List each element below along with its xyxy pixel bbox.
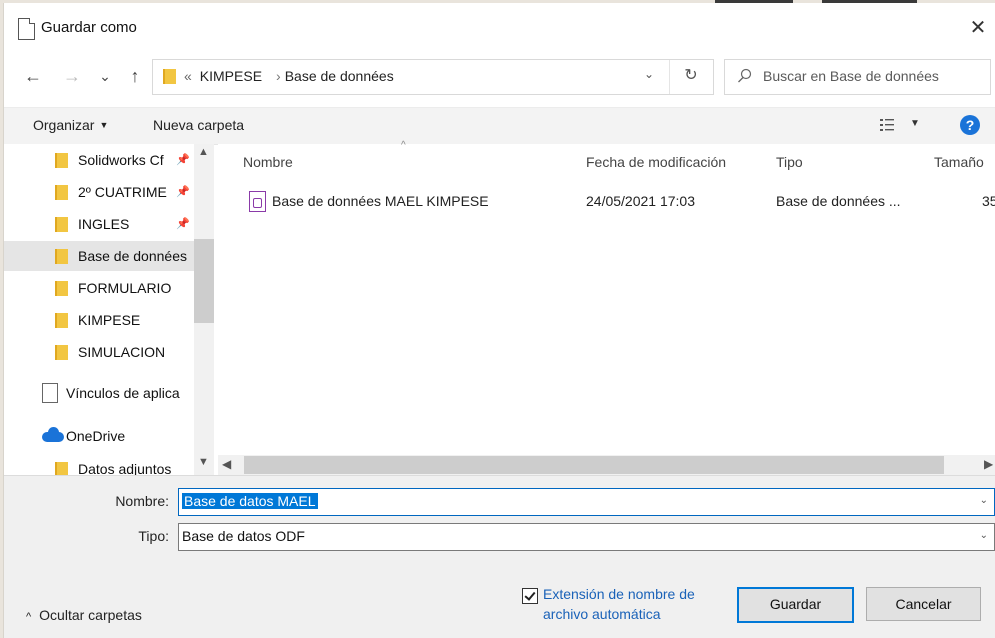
navigation-bar: ← → ⌄ ↑ « KIMPESE › Base de données ⌄ ↻ Bus…	[4, 55, 995, 99]
sidebar-item-2-cuatrime[interactable]: 2º CUATRIME 📌	[4, 177, 194, 207]
scroll-down-icon[interactable]: ▼	[198, 456, 209, 468]
command-toolbar: Organizar ▼ Nueva carpeta ▼ ?	[4, 107, 995, 145]
sort-ascending-icon: ^	[401, 140, 406, 151]
organize-button[interactable]: Organizar ▼	[33, 117, 108, 133]
column-header-type[interactable]: Tipo	[776, 154, 803, 170]
save-button[interactable]: Guardar	[737, 587, 854, 623]
folder-icon	[163, 69, 176, 84]
address-bar[interactable]: « KIMPESE › Base de données ⌄ ↻	[152, 59, 714, 95]
file-type-select[interactable]: Base de datos ODF ⌄	[178, 523, 995, 551]
document-icon	[18, 18, 35, 40]
scroll-up-icon[interactable]: ▲	[198, 146, 209, 158]
back-arrow-icon[interactable]: ←	[22, 65, 44, 87]
breadcrumb-overflow-icon[interactable]: «	[184, 68, 192, 84]
chevron-up-icon: ^	[26, 611, 32, 623]
hide-folders-button[interactable]: ^ Ocultar carpetas	[26, 607, 142, 623]
pin-icon: 📌	[176, 154, 190, 166]
file-name-value: Base de datos MAEL	[182, 493, 318, 509]
sidebar-item-onedrive[interactable]: OneDrive	[4, 421, 194, 451]
file-date: 24/05/2021 17:03	[586, 193, 695, 209]
address-dropdown-icon[interactable]: ⌄	[640, 67, 658, 81]
sidebar-item-base-de-donnees[interactable]: Base de données	[4, 241, 194, 271]
scroll-right-icon[interactable]: ▶	[984, 457, 993, 471]
folder-icon	[55, 249, 68, 264]
search-input[interactable]: Buscar en Base de données	[724, 59, 991, 95]
sidebar-item-solidworks[interactable]: Solidworks Cf 📌	[4, 145, 194, 175]
column-header-date[interactable]: Fecha de modificación	[586, 154, 726, 170]
file-name: Base de données MAEL KIMPESE	[272, 193, 489, 209]
search-placeholder: Buscar en Base de données	[763, 68, 939, 84]
sidebar-item-formulario[interactable]: FORMULARIO	[4, 273, 194, 303]
type-label: Tipo:	[138, 528, 169, 544]
sidebar-item-label: KIMPESE	[78, 312, 141, 328]
view-options-icon[interactable]	[880, 118, 894, 132]
file-type-value: Base de datos ODF	[182, 528, 305, 544]
table-row[interactable]: Base de données MAEL KIMPESE 24/05/2021 …	[232, 188, 995, 216]
hide-folders-label: Ocultar carpetas	[39, 607, 142, 623]
scroll-left-icon[interactable]: ◀	[222, 457, 231, 471]
navigation-pane: Solidworks Cf 📌 2º CUATRIME 📌 INGLES 📌 B…	[4, 144, 214, 478]
title-bar: Guardar como ✕	[4, 3, 995, 51]
folder-icon	[55, 217, 68, 232]
file-size: 35	[982, 193, 995, 209]
window-title: Guardar como	[41, 19, 137, 36]
odb-file-icon	[249, 191, 266, 212]
forward-arrow-icon[interactable]: →	[61, 65, 83, 87]
sidebar-item-label: FORMULARIO	[78, 280, 172, 296]
auto-extension-line-1: Extensión de nombre de	[543, 586, 695, 602]
chevron-down-icon[interactable]: ⌄	[980, 530, 988, 541]
document-icon	[42, 383, 58, 403]
sidebar-item-label: INGLES	[78, 216, 130, 232]
horizontal-scroll-thumb[interactable]	[244, 456, 944, 474]
sidebar-item-vinculos[interactable]: Vínculos de aplica	[4, 378, 194, 408]
recent-locations-chevron-icon[interactable]: ⌄	[94, 65, 116, 87]
help-icon[interactable]: ?	[960, 115, 980, 135]
cancel-button[interactable]: Cancelar	[866, 587, 981, 621]
cloud-icon	[42, 427, 64, 442]
sidebar-item-label: Solidworks Cf	[78, 152, 164, 168]
file-list: Nombre ^ Fecha de modificación Tipo Tama…	[218, 140, 995, 478]
column-header-size[interactable]: Tamaño	[934, 154, 984, 170]
address-divider	[669, 60, 670, 94]
sidebar-scroll-thumb[interactable]	[194, 239, 214, 323]
name-label: Nombre:	[115, 493, 169, 509]
up-arrow-icon[interactable]: ↑	[124, 65, 146, 87]
sidebar-item-label: 2º CUATRIME	[78, 184, 167, 200]
folder-icon	[55, 313, 68, 328]
breadcrumb-item-base-de-donnees[interactable]: Base de données	[285, 68, 394, 84]
sidebar-item-ingles[interactable]: INGLES 📌	[4, 209, 194, 239]
file-type: Base de données ...	[776, 193, 901, 209]
refresh-icon[interactable]: ↻	[680, 65, 702, 85]
breadcrumb: « KIMPESE › Base de données	[184, 68, 398, 84]
new-folder-button[interactable]: Nueva carpeta	[153, 117, 244, 133]
folder-icon	[55, 153, 68, 168]
auto-extension-checkbox[interactable]	[522, 588, 538, 604]
file-name-input[interactable]: Base de datos MAEL ⌄	[178, 488, 995, 516]
close-button[interactable]: ✕	[966, 17, 990, 41]
pin-icon: 📌	[176, 218, 190, 230]
search-icon	[738, 68, 752, 83]
save-as-dialog: Guardar como ✕ ← → ⌄ ↑ «KIMPESE › Base de …	[3, 3, 995, 638]
breadcrumb-separator-icon: ›	[276, 68, 281, 84]
sidebar-item-kimpese[interactable]: KIMPESE	[4, 305, 194, 335]
auto-extension-line-2: archivo automática	[543, 606, 661, 622]
column-header-name[interactable]: Nombre	[243, 154, 293, 170]
pin-icon: 📌	[176, 186, 190, 198]
sidebar-item-simulacion[interactable]: SIMULACION	[4, 337, 194, 367]
chevron-down-icon[interactable]: ⌄	[980, 495, 988, 506]
folder-icon	[55, 345, 68, 360]
sidebar-item-label: OneDrive	[66, 428, 126, 444]
column-header-label: Nombre	[243, 154, 293, 170]
sidebar-item-label: Vínculos de aplica	[66, 385, 180, 401]
sidebar-item-label: Base de données	[78, 248, 187, 264]
caret-down-icon: ▼	[99, 120, 109, 130]
organize-label: Organizar	[33, 117, 95, 133]
view-caret-down-icon[interactable]: ▼	[910, 118, 920, 129]
auto-extension-label[interactable]: Extensión de nombre de archivo automátic…	[543, 584, 723, 624]
folder-icon	[55, 185, 68, 200]
breadcrumb-item-kimpese[interactable]: KIMPESE	[200, 68, 262, 84]
sidebar-item-label: SIMULACION	[78, 344, 166, 360]
folder-icon	[55, 281, 68, 296]
